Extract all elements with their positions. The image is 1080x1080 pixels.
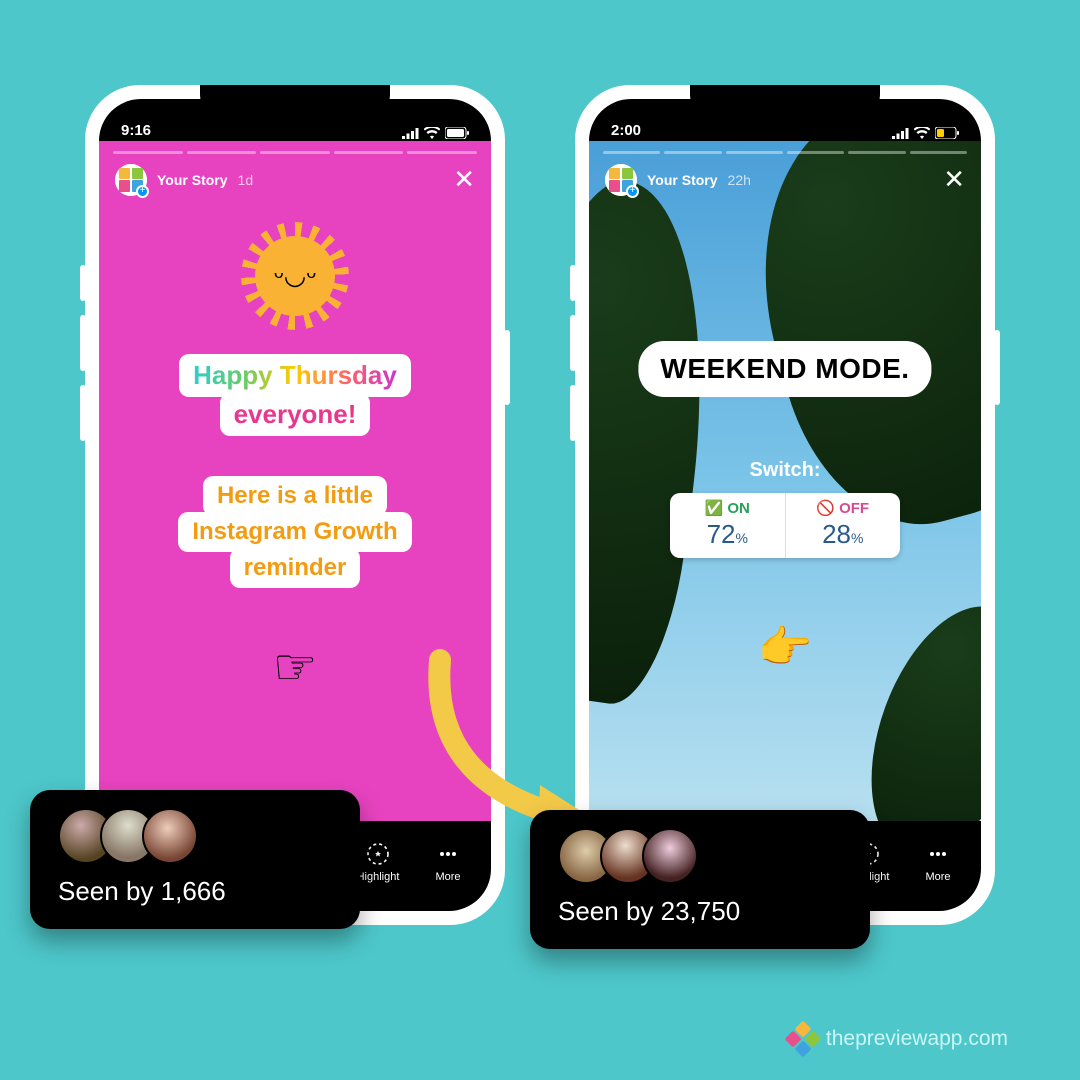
headline-text: Happy Thursday [179, 354, 411, 397]
palm-tree [589, 171, 734, 711]
screen: 2:00 Your Story [589, 99, 981, 911]
pointer-icon: 👉 [758, 621, 813, 673]
seen-by-card[interactable]: Seen by 23,750 [530, 810, 870, 949]
signal-icon [892, 128, 909, 139]
story-owner-label[interactable]: Your Story [647, 172, 718, 188]
phone-button [80, 385, 86, 441]
body-text: Here is a little [203, 476, 387, 516]
wifi-icon [424, 127, 440, 139]
add-badge-icon [626, 185, 639, 198]
palm-tree [841, 585, 981, 821]
your-avatar[interactable] [115, 164, 147, 196]
phone-button [570, 315, 576, 371]
story-progress[interactable] [113, 151, 477, 154]
phone-notch [690, 85, 880, 117]
viewer-avatars [558, 828, 842, 884]
signal-icon [402, 128, 419, 139]
story-age: 1d [238, 172, 254, 188]
story-owner-label[interactable]: Your Story [157, 172, 228, 188]
seen-by-label: Seen by 23,750 [558, 896, 842, 927]
body-text: reminder [230, 548, 361, 588]
more-icon [925, 841, 951, 867]
phone-notch [200, 85, 390, 117]
battery-icon [445, 127, 469, 139]
wifi-icon [914, 127, 930, 139]
close-icon[interactable]: ✕ [943, 164, 965, 195]
viewer-avatars [58, 808, 332, 864]
seen-by-card[interactable]: Seen by 1,666 [30, 790, 360, 929]
weekend-text: WEEKEND MODE. [638, 341, 931, 397]
seen-by-label: Seen by 1,666 [58, 876, 332, 907]
poll-option-off[interactable]: 🚫OFF 28% [785, 493, 901, 558]
poll-sticker[interactable]: ✅ON 72% 🚫OFF 28% [670, 493, 900, 558]
avatar [142, 808, 198, 864]
highlight-icon [365, 841, 391, 867]
phone-button [80, 265, 86, 301]
status-time: 2:00 [611, 122, 641, 139]
status-icons [402, 127, 469, 139]
status-time: 9:16 [121, 122, 151, 139]
poll-option-on[interactable]: ✅ON 72% [670, 493, 785, 558]
more-button[interactable]: More [903, 841, 973, 883]
battery-low-icon [935, 127, 959, 139]
status-icons [892, 127, 959, 139]
story-background: Your Story 22h ✕ WEEKEND MODE. Switch: ✅… [589, 141, 981, 821]
phone-button [80, 315, 86, 371]
your-avatar[interactable] [605, 164, 637, 196]
avatar [642, 828, 698, 884]
watermark: thepreviewapp.com [790, 1026, 1008, 1052]
headline-text: everyone! [220, 393, 371, 436]
sun-sticker: ᵕ◡ᵕ [255, 236, 335, 316]
add-badge-icon [136, 185, 149, 198]
body-text: Instagram Growth [178, 512, 411, 552]
phone-button [570, 385, 576, 441]
close-icon[interactable]: ✕ [453, 164, 475, 195]
poll-question: Switch: [749, 459, 820, 482]
preview-logo-icon [785, 1021, 822, 1058]
phone-button [570, 265, 576, 301]
story-age: 22h [728, 172, 751, 188]
phone-button [994, 330, 1000, 405]
watermark-text: thepreviewapp.com [826, 1027, 1008, 1051]
phone-mockup-right: 2:00 Your Story [575, 85, 995, 925]
phone-button [504, 330, 510, 405]
